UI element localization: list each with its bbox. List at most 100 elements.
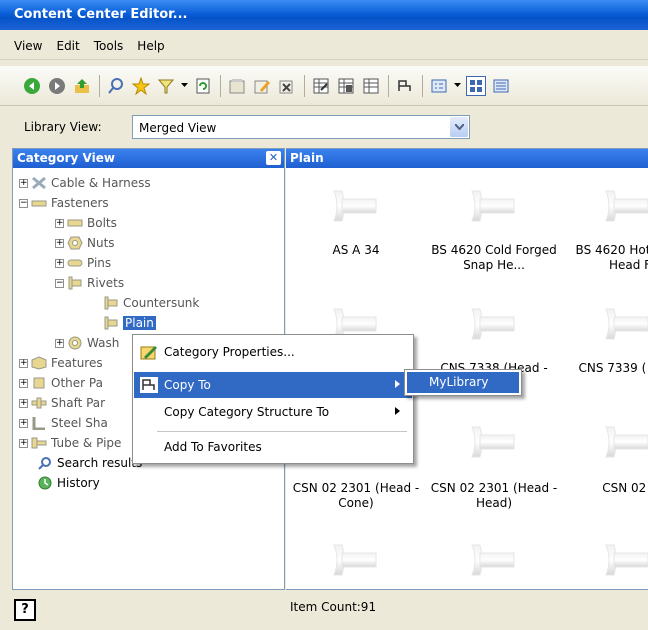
menu-item-label: Copy Category Structure To <box>164 405 330 419</box>
content-item[interactable]: CSN 02 2301 (Head - Cone) <box>286 481 426 511</box>
content-item[interactable]: BS 4620 Cold Forged Snap He... <box>424 243 564 273</box>
table-view-icon[interactable] <box>311 76 331 96</box>
collapse-icon[interactable]: − <box>19 198 28 208</box>
properties-icon <box>140 344 158 360</box>
refresh-icon[interactable] <box>193 76 213 96</box>
toolbar-separator <box>422 74 423 97</box>
menu-edit[interactable]: Edit <box>56 39 79 59</box>
rivet-thumbnail[interactable] <box>604 425 648 459</box>
close-icon[interactable]: ✕ <box>266 151 281 165</box>
tree-node-rivets[interactable]: − Rivets <box>55 273 124 293</box>
table-edit-icon[interactable] <box>336 76 356 96</box>
tree-node-nuts[interactable]: + Nuts <box>55 233 115 253</box>
tree-node-search-results[interactable]: Search results <box>37 453 142 473</box>
window-title: Content Center Editor... <box>14 7 188 22</box>
expand-icon[interactable]: + <box>55 258 64 268</box>
rivet-thumbnail[interactable] <box>332 189 380 223</box>
table-properties-icon[interactable] <box>361 76 381 96</box>
tree-label: Rivets <box>87 276 125 290</box>
tree-node-other-parts[interactable]: + Other Pa <box>19 373 103 393</box>
tree-node-countersunk[interactable]: Countersunk <box>103 293 199 313</box>
menu-tools[interactable]: Tools <box>94 39 124 59</box>
menu-help[interactable]: Help <box>137 39 164 59</box>
tree-node-history[interactable]: History <box>37 473 100 493</box>
favorites-icon[interactable] <box>131 76 151 96</box>
content-item[interactable]: CNS 7339 ( Head <box>560 361 648 376</box>
collapse-icon[interactable]: − <box>55 278 64 288</box>
toolbar <box>0 66 648 106</box>
menu-item-copy-category-structure[interactable]: Copy Category Structure To <box>134 399 412 425</box>
search-icon[interactable] <box>106 76 126 96</box>
title-bar[interactable]: Content Center Editor... <box>0 0 648 30</box>
content-item[interactable]: CSN 02 2 <box>560 481 648 496</box>
tree-label: Cable & Harness <box>51 176 151 190</box>
pin-icon <box>67 256 83 270</box>
content-item[interactable]: CSN 02 2301 (Head - Head) <box>424 481 564 511</box>
rivet-thumbnail[interactable] <box>470 189 518 223</box>
large-icons-icon[interactable] <box>466 75 486 96</box>
expand-icon[interactable]: + <box>19 358 28 368</box>
tree-node-shaft-parts[interactable]: + Shaft Par <box>19 393 105 413</box>
rivet-thumbnail[interactable] <box>604 543 648 577</box>
tree-node-features[interactable]: + Features <box>19 353 103 373</box>
rivet-thumbnail[interactable] <box>470 307 518 341</box>
expand-icon[interactable]: + <box>19 378 28 388</box>
filter-dropdown-icon[interactable] <box>181 76 188 96</box>
tree-node-plain[interactable]: Plain <box>103 313 156 333</box>
library-view-label: Library View: <box>24 120 102 134</box>
library-view-select[interactable]: Merged View <box>132 115 470 139</box>
menu-item-add-to-favorites[interactable]: Add To Favorites <box>134 434 412 460</box>
tree-label: History <box>57 476 100 490</box>
menu-view[interactable]: View <box>14 39 42 59</box>
menu-item-label: Add To Favorites <box>164 440 262 454</box>
features-icon <box>31 356 47 370</box>
rivet-thumbnail[interactable] <box>470 543 518 577</box>
copy-to-icon[interactable] <box>395 76 415 96</box>
content-item[interactable]: BS 4620 Hot Snap Head F <box>560 243 648 273</box>
tree-label: Shaft Par <box>51 396 106 410</box>
details-icon[interactable] <box>491 76 511 96</box>
expand-icon[interactable]: + <box>19 438 28 448</box>
edit-family-icon[interactable] <box>252 76 272 96</box>
menu-separator <box>157 431 407 432</box>
toolbar-separator <box>304 74 305 97</box>
up-folder-icon[interactable] <box>72 76 92 96</box>
tree-node-bolts[interactable]: + Bolts <box>55 213 117 233</box>
menu-item-copy-to[interactable]: Copy To <box>134 372 412 398</box>
menu-item-category-properties[interactable]: Category Properties... <box>134 339 412 365</box>
expand-icon[interactable]: + <box>19 418 28 428</box>
rivet-thumbnail[interactable] <box>604 307 648 341</box>
tree-node-fasteners[interactable]: − Fasteners <box>19 193 109 213</box>
delete-family-icon[interactable] <box>277 76 297 96</box>
tree-node-pins[interactable]: + Pins <box>55 253 111 273</box>
tree-node-washers[interactable]: + Wash <box>55 333 119 353</box>
tree-label: Bolts <box>87 216 117 230</box>
expand-icon[interactable]: + <box>55 238 64 248</box>
copy-to-icon <box>140 377 158 393</box>
expand-icon[interactable]: + <box>55 338 64 348</box>
expand-icon[interactable]: + <box>19 398 28 408</box>
rivet-thumbnail[interactable] <box>332 543 380 577</box>
content-item[interactable]: AS A 34 <box>286 243 426 258</box>
new-family-icon[interactable] <box>227 76 247 96</box>
tree-node-tube-pipe[interactable]: + Tube & Pipe <box>19 433 121 453</box>
filter-icon[interactable] <box>156 76 176 96</box>
expand-icon[interactable]: + <box>55 218 64 228</box>
tree-label: Wash <box>87 336 120 350</box>
tree-label: Plain <box>123 316 156 330</box>
back-icon[interactable] <box>22 76 42 96</box>
expand-icon[interactable]: + <box>19 178 28 188</box>
rivet-thumbnail[interactable] <box>470 425 518 459</box>
tree-node-steel-shapes[interactable]: + Steel Sha <box>19 413 108 433</box>
tree-label: Nuts <box>87 236 115 250</box>
forward-icon[interactable] <box>47 76 67 96</box>
tree-node-cable-harness[interactable]: + Cable & Harness <box>19 173 151 193</box>
rivet-thumbnail[interactable] <box>604 189 648 223</box>
submenu-item-mylibrary[interactable]: MyLibrary <box>407 372 519 393</box>
chevron-down-icon[interactable] <box>450 117 468 137</box>
category-view-header: Category View ✕ <box>13 149 284 168</box>
rivet-icon <box>103 316 119 330</box>
help-button[interactable]: ? <box>14 599 36 621</box>
view-dropdown-icon[interactable] <box>454 76 461 96</box>
view-options-icon[interactable] <box>429 76 449 96</box>
